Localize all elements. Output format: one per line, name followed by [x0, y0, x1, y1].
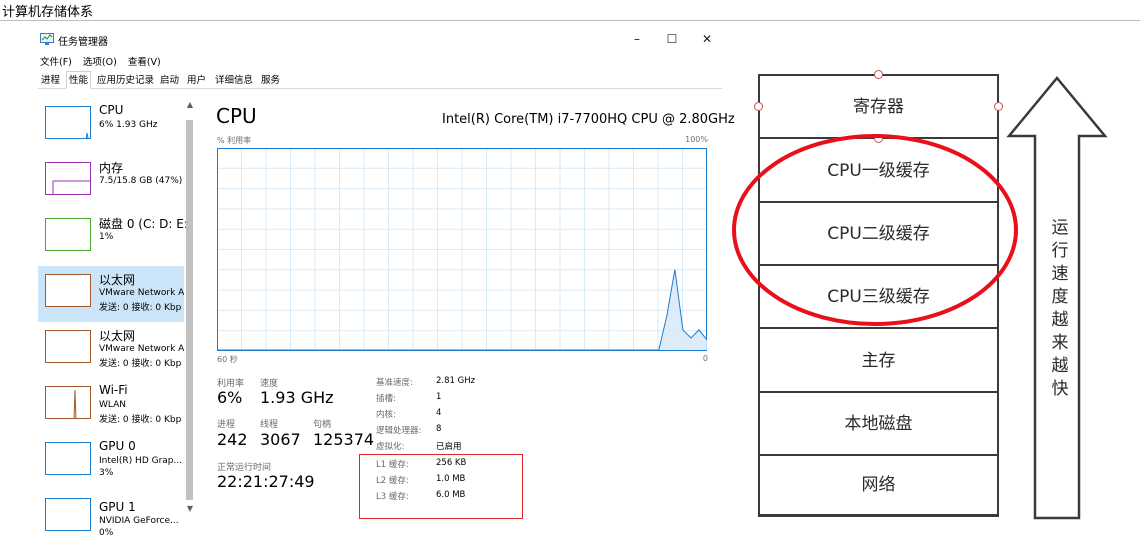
sidebar-item-detail: VMware Network A	[99, 288, 184, 298]
spec-key: 内核:	[376, 410, 396, 420]
minimize-button[interactable]: –	[622, 30, 652, 48]
sidebar-item-detail: 7.5/15.8 GB (47%)	[99, 176, 183, 186]
sidebar-item-label: CPU	[99, 103, 124, 117]
spec-value: 2.81 GHz	[436, 376, 476, 386]
handles-value: 125374	[313, 430, 375, 449]
title-bar: 任务管理器 – ☐ ✕	[38, 28, 722, 50]
sidebar-item-label: GPU 0	[99, 439, 136, 453]
title-divider	[0, 20, 1140, 21]
tab-performance[interactable]: 性能	[66, 71, 92, 89]
close-button[interactable]: ✕	[692, 30, 722, 48]
sidebar-item-detail: 6% 1.93 GHz	[99, 120, 158, 130]
task-manager-app-icon	[40, 33, 54, 45]
tab-bar: 进程 性能 应用历史记录 启动 用户 详细信息 服务	[38, 71, 722, 89]
graph-max-label: 100%	[685, 135, 708, 144]
spec-value: 1	[436, 392, 442, 402]
sidebar-item-throughput: 发送: 0 接收: 0 Kbp	[99, 303, 182, 313]
sidebar-item-ethernet-1[interactable]: 以太网 VMware Network A 发送: 0 接收: 0 Kbp	[38, 266, 184, 322]
page-title: 计算机存储体系	[2, 5, 94, 20]
sidebar-item-memory[interactable]: 内存 7.5/15.8 GB (47%)	[38, 154, 184, 210]
sidebar-item-label: 以太网	[99, 273, 136, 287]
gpu-thumbnail-graph	[45, 498, 91, 531]
speed-value: 1.93 GHz	[260, 388, 334, 407]
sidebar-item-disk[interactable]: 磁盘 0 (C: D: E: 1%	[38, 210, 188, 266]
scroll-down-icon[interactable]: ▼	[184, 504, 196, 516]
sidebar-item-label: Wi-Fi	[99, 383, 128, 397]
sidebar-item-ethernet-2[interactable]: 以太网 VMware Network A 发送: 0 接收: 0 Kbp	[38, 322, 184, 378]
sidebar-item-gpu-1[interactable]: GPU 1 NVIDIA GeForce... 0%	[38, 490, 184, 535]
resource-list: CPU 6% 1.93 GHz 内存 7.5/15.8 GB (47%) 磁盘 …	[38, 98, 188, 535]
cpu-heading: CPU	[216, 104, 257, 128]
menu-options[interactable]: 选项(O)	[83, 57, 117, 68]
spec-value: 8	[436, 424, 442, 434]
sidebar-item-detail: WLAN	[99, 400, 127, 410]
tab-users[interactable]: 用户	[184, 71, 209, 89]
sidebar-item-usage: 3%	[99, 468, 114, 478]
sidebar-item-wifi[interactable]: Wi-Fi WLAN 发送: 0 接收: 0 Kbp	[38, 378, 184, 434]
gpu-thumbnail-graph	[45, 442, 91, 475]
graph-min-label: 0	[702, 354, 708, 363]
layer-main-memory: 主存	[760, 329, 997, 393]
wifi-thumbnail-graph	[45, 386, 91, 419]
threads-label: 线程	[260, 420, 279, 430]
menu-file[interactable]: 文件(F)	[40, 57, 72, 68]
threads-value: 3067	[260, 430, 301, 449]
selection-handle	[874, 70, 883, 79]
tab-services[interactable]: 服务	[258, 71, 283, 89]
layer-local-disk: 本地磁盘	[760, 393, 997, 456]
scroll-thumb[interactable]	[186, 120, 193, 500]
tab-startup[interactable]: 启动	[157, 71, 182, 89]
disk-thumbnail-graph	[45, 218, 91, 251]
red-highlight-ellipse	[732, 134, 1018, 326]
sidebar-item-usage: 0%	[99, 528, 114, 535]
menu-view[interactable]: 查看(V)	[128, 57, 161, 68]
sidebar-item-label: 磁盘 0 (C: D: E:	[99, 217, 188, 231]
processes-label: 进程	[217, 420, 236, 430]
ethernet-thumbnail-graph	[45, 330, 91, 363]
graph-usage-label: % 利用率	[217, 136, 252, 145]
sidebar-item-throughput: 发送: 0 接收: 0 Kbp	[99, 415, 182, 425]
sidebar-item-label: 内存	[99, 161, 124, 175]
cache-highlight-box	[359, 454, 523, 519]
memory-thumbnail-graph	[45, 162, 91, 195]
cpu-thumbnail-graph	[45, 106, 91, 139]
selection-handle	[994, 102, 1003, 111]
speed-arrow-label: 运行速度越来越快	[1051, 218, 1069, 399]
tab-processes[interactable]: 进程	[38, 71, 63, 89]
sidebar-scrollbar[interactable]: ▲ ▼	[184, 98, 196, 518]
sidebar-item-detail: 1%	[99, 232, 114, 242]
tab-details[interactable]: 详细信息	[212, 71, 256, 89]
spec-key: 插槽:	[376, 394, 396, 404]
spec-value: 4	[436, 408, 442, 418]
sidebar-item-detail: Intel(R) HD Grap...	[99, 456, 183, 466]
sidebar-item-label: GPU 1	[99, 500, 136, 514]
sidebar-item-cpu[interactable]: CPU 6% 1.93 GHz	[38, 98, 184, 154]
usage-value: 6%	[217, 388, 243, 407]
sidebar-item-gpu-0[interactable]: GPU 0 Intel(R) HD Grap... 3%	[38, 434, 184, 490]
sidebar-item-label: 以太网	[99, 329, 136, 343]
spec-key: 虚拟化:	[376, 442, 405, 452]
maximize-button[interactable]: ☐	[657, 30, 687, 48]
sidebar-item-detail: NVIDIA GeForce...	[99, 516, 179, 526]
uptime-value: 22:21:27:49	[217, 472, 315, 491]
cpu-model-name: Intel(R) Core(TM) i7-7700HQ CPU @ 2.80GH…	[442, 112, 735, 127]
processes-value: 242	[217, 430, 248, 449]
layer-network: 网络	[861, 475, 896, 495]
scroll-up-icon[interactable]: ▲	[184, 100, 196, 112]
spec-key: 基准速度:	[376, 378, 413, 388]
graph-time-label: 60 秒	[217, 355, 238, 364]
selection-handle	[754, 102, 763, 111]
handles-label: 句柄	[313, 420, 332, 430]
spec-value: 已启用	[436, 442, 462, 452]
tab-app-history[interactable]: 应用历史记录	[94, 71, 157, 89]
sidebar-item-throughput: 发送: 0 接收: 0 Kbp	[99, 359, 182, 369]
cpu-usage-graph	[217, 148, 707, 351]
window-title: 任务管理器	[58, 37, 108, 48]
menu-bar: 文件(F) 选项(O) 查看(V)	[40, 54, 169, 68]
task-manager-window: 任务管理器 – ☐ ✕ 文件(F) 选项(O) 查看(V) 进程 性能 应用历史…	[38, 28, 735, 535]
ethernet-thumbnail-graph	[45, 274, 91, 307]
spec-key: 逻辑处理器:	[376, 426, 422, 436]
sidebar-item-detail: VMware Network A	[99, 344, 184, 354]
